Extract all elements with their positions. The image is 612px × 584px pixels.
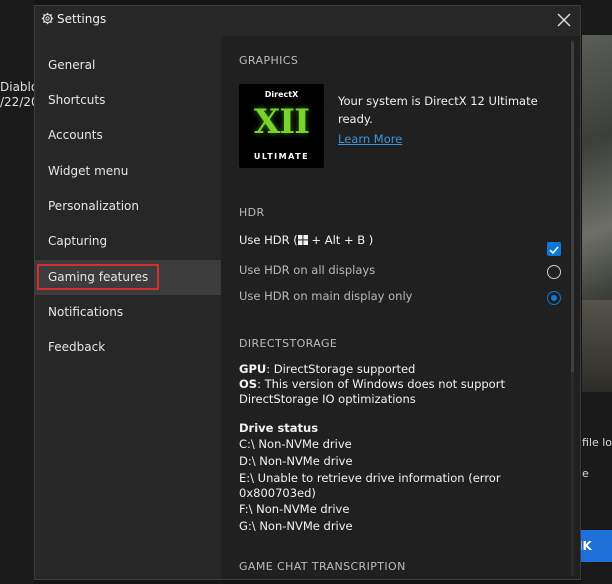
nav-item-label: General (48, 58, 96, 72)
hdr-heading: HDR (239, 206, 265, 219)
background-right-text-2: e (582, 467, 589, 480)
windows-key-icon (297, 235, 308, 245)
use-hdr-label: Use HDR ( + Alt + B ) (239, 233, 373, 247)
settings-content[interactable]: GRAPHICS DirectX XII ULTIMATE Your syste… (221, 36, 580, 579)
gpu-status: GPU: DirectStorage supported (239, 362, 415, 376)
hdr-all-displays-label: Use HDR on all displays (239, 263, 376, 277)
nav-item-accounts[interactable]: Accounts (35, 118, 221, 153)
background-game-date: /22/20 (0, 95, 39, 109)
os-value: : This version of Windows does not suppo… (257, 377, 505, 391)
hdr-main-display-radio[interactable] (547, 291, 561, 305)
directx-ultimate-logo: DirectX XII ULTIMATE (239, 84, 324, 168)
directx-logo-top: DirectX (264, 90, 299, 99)
background-right-text: file lo (582, 436, 612, 449)
directx-status-line2: ready. (338, 112, 373, 126)
nav-item-widget-menu[interactable]: Widget menu (35, 154, 221, 189)
drive-g-status: G:\ Non-NVMe drive (239, 519, 353, 533)
nav-item-label: Personalization (48, 199, 139, 213)
nav-item-label: Notifications (48, 305, 124, 319)
use-hdr-label-prefix: Use HDR ( (239, 233, 298, 247)
dialog-title: Settings (57, 12, 107, 26)
nav-item-notifications[interactable]: Notifications (35, 295, 221, 330)
os-status-line2: DirectStorage IO optimizations (239, 392, 416, 406)
hdr-all-displays-radio[interactable] (547, 265, 561, 279)
os-label: OS (239, 377, 258, 391)
use-hdr-label-suffix: + Alt + B ) (307, 233, 374, 247)
nav-item-label: Shortcuts (48, 93, 106, 107)
nav-item-feedback[interactable]: Feedback (35, 330, 221, 365)
nav-item-label: Gaming features (36, 264, 160, 290)
settings-dialog: Settings General Shortcuts Accounts Widg… (34, 5, 581, 580)
use-hdr-checkbox[interactable] (547, 242, 561, 256)
nav-item-label: Feedback (48, 340, 106, 354)
drive-status-heading: Drive status (239, 421, 319, 435)
learn-more-link[interactable]: Learn More (338, 132, 402, 146)
scrollbar-thumb[interactable] (571, 42, 574, 372)
gear-icon (41, 12, 54, 25)
settings-nav: General Shortcuts Accounts Widget menu P… (35, 36, 221, 579)
nav-item-label: Accounts (48, 128, 103, 142)
nav-item-capturing[interactable]: Capturing (35, 224, 221, 259)
background-game-artwork-lower (582, 300, 612, 392)
gpu-value: : DirectStorage supported (266, 362, 416, 376)
dialog-titlebar: Settings (35, 6, 580, 36)
nav-item-shortcuts[interactable]: Shortcuts (35, 83, 221, 118)
nav-item-general[interactable]: General (35, 48, 221, 83)
nav-item-personalization[interactable]: Personalization (35, 189, 221, 224)
game-chat-heading: GAME CHAT TRANSCRIPTION (239, 560, 406, 573)
graphics-heading: GRAPHICS (239, 54, 299, 67)
nav-item-label: Widget menu (48, 164, 129, 178)
drive-e-status-line2: 0x800703ed) (239, 486, 316, 500)
drive-f-status: F:\ Non-NVMe drive (239, 502, 350, 516)
close-icon[interactable] (554, 10, 574, 30)
drive-e-status: E:\ Unable to retrieve drive information… (239, 471, 501, 485)
background-game-title: Diablo (0, 80, 39, 94)
hdr-main-display-label: Use HDR on main display only (239, 289, 413, 303)
checkmark-icon (549, 246, 559, 255)
directx-logo-bottom: ULTIMATE (253, 152, 310, 161)
nav-item-gaming-features[interactable]: Gaming features (35, 260, 221, 295)
nav-item-label: Capturing (48, 234, 108, 248)
directx-status-line1: Your system is DirectX 12 Ultimate (338, 94, 538, 108)
directx-logo-numeral: XII (253, 102, 310, 142)
os-status: OS: This version of Windows does not sup… (239, 377, 505, 391)
directstorage-heading: DIRECTSTORAGE (239, 337, 338, 350)
drive-d-status: D:\ Non-NVMe drive (239, 454, 353, 468)
drive-c-status: C:\ Non-NVMe drive (239, 437, 352, 451)
gpu-label: GPU (239, 362, 267, 376)
